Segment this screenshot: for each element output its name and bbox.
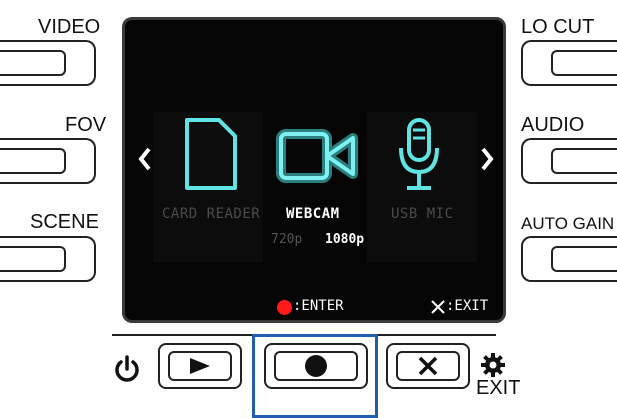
chevron-right-icon[interactable] xyxy=(479,146,495,172)
record-dot-icon xyxy=(277,300,292,315)
video-camera-icon xyxy=(276,129,358,183)
auto-gain-button[interactable] xyxy=(521,236,617,282)
power-icon xyxy=(115,355,139,382)
fov-label: FOV xyxy=(65,114,107,136)
chevron-left-icon[interactable] xyxy=(137,146,153,172)
enter-hint: :ENTER xyxy=(293,298,344,314)
video-button[interactable] xyxy=(0,40,96,86)
cancel-button[interactable] xyxy=(386,343,470,389)
divider xyxy=(378,334,496,336)
play-icon xyxy=(190,358,210,374)
divider xyxy=(112,334,252,336)
record-button[interactable] xyxy=(264,343,368,389)
close-icon xyxy=(418,356,438,376)
mode-card-reader[interactable]: CARD READER xyxy=(162,206,260,222)
auto-gain-label: AUTO GAIN xyxy=(521,214,615,233)
sd-card-icon xyxy=(185,118,237,190)
microphone-icon xyxy=(399,118,439,190)
scene-button[interactable] xyxy=(0,236,96,282)
mode-usb-mic[interactable]: USB MIC xyxy=(391,206,454,222)
gear-icon xyxy=(481,353,505,377)
play-button[interactable] xyxy=(158,343,242,389)
fov-button[interactable] xyxy=(0,138,96,184)
audio-button[interactable] xyxy=(521,138,617,184)
resolution-720p[interactable]: 720p xyxy=(271,232,302,247)
scene-label: SCENE xyxy=(30,211,99,233)
close-icon xyxy=(431,300,445,314)
exit-label: EXIT xyxy=(476,377,521,399)
mode-webcam[interactable]: WEBCAM xyxy=(286,206,340,222)
resolution-1080p[interactable]: 1080p xyxy=(325,232,364,247)
lo-cut-label: LO CUT xyxy=(521,16,595,38)
exit-hint: :EXIT xyxy=(446,298,489,314)
audio-label: AUDIO xyxy=(521,114,585,136)
video-label: VIDEO xyxy=(38,16,101,38)
lo-cut-button[interactable] xyxy=(521,40,617,86)
lcd-screen: CARD READER WEBCAM USB MIC 720p 1080p :E… xyxy=(122,17,506,323)
record-icon xyxy=(305,355,327,377)
